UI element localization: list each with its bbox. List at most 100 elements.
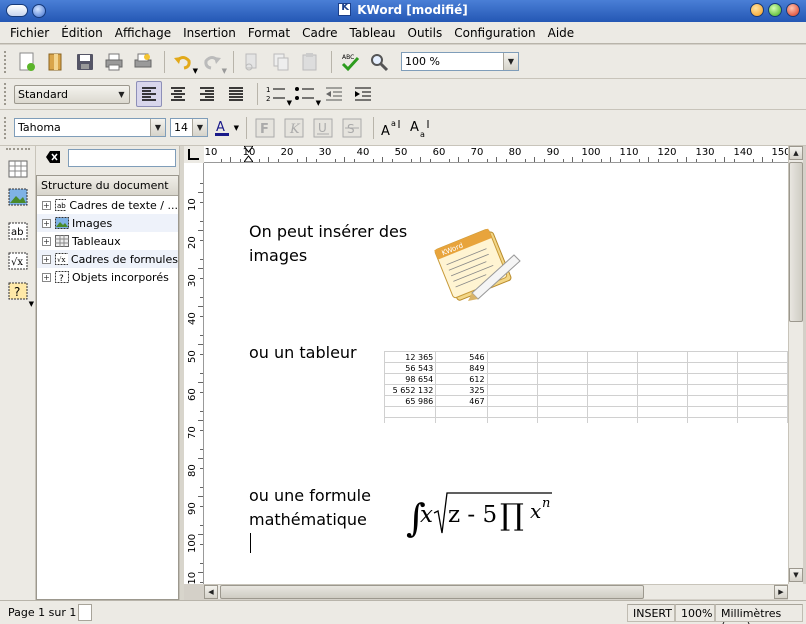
spreadsheet-cell[interactable]: 98 654 bbox=[384, 373, 437, 385]
spreadsheet-cell[interactable] bbox=[486, 351, 538, 363]
scroll-left-button[interactable]: ◀ bbox=[204, 585, 218, 599]
spreadsheet-cell[interactable] bbox=[636, 406, 688, 418]
spreadsheet-cell[interactable] bbox=[536, 351, 588, 363]
spreadsheet-cell[interactable] bbox=[536, 395, 588, 407]
spreadsheet-cell[interactable]: 56 543 bbox=[384, 362, 437, 374]
align-right-button[interactable] bbox=[194, 81, 220, 107]
style-select[interactable]: Standard ▼ bbox=[14, 84, 130, 104]
spreadsheet-cell[interactable] bbox=[736, 373, 788, 385]
spreadsheet-cell[interactable] bbox=[686, 384, 738, 396]
spreadsheet-cell[interactable] bbox=[686, 406, 738, 418]
bullet-list-button[interactable]: ▼ bbox=[292, 81, 321, 107]
align-justify-button[interactable] bbox=[223, 81, 249, 107]
insert-text-frame-button[interactable]: ab bbox=[7, 220, 29, 242]
maximize-button[interactable] bbox=[768, 3, 782, 17]
spreadsheet-cell[interactable] bbox=[736, 384, 788, 396]
spreadsheet-cell[interactable] bbox=[636, 384, 688, 396]
spreadsheet-cell[interactable]: 325 bbox=[435, 384, 488, 396]
spreadsheet-cell[interactable] bbox=[536, 406, 588, 418]
expand-icon[interactable]: + bbox=[42, 200, 51, 210]
decrease-indent-button[interactable] bbox=[321, 81, 347, 107]
spreadsheet-cell[interactable] bbox=[586, 384, 638, 396]
text-color-button[interactable]: A ▼ bbox=[212, 115, 239, 141]
scroll-right-button[interactable]: ▶ bbox=[774, 585, 788, 599]
tab-type-icon[interactable] bbox=[184, 146, 204, 163]
spreadsheet-cell[interactable] bbox=[686, 362, 738, 374]
horizontal-scroll-thumb[interactable] bbox=[220, 585, 644, 599]
undo-button[interactable]: ▼ bbox=[170, 49, 198, 75]
tree-header[interactable]: Structure du document bbox=[37, 176, 178, 196]
spellcheck-button[interactable]: ABC bbox=[337, 49, 363, 75]
spreadsheet-cell[interactable] bbox=[486, 384, 538, 396]
increase-indent-button[interactable] bbox=[350, 81, 376, 107]
spreadsheet-table[interactable]: 12 365 546 56 543 849 98 654 612 5 652 132 325 6… bbox=[384, 351, 788, 423]
indent-marker[interactable] bbox=[243, 146, 254, 162]
spreadsheet-cell[interactable] bbox=[636, 362, 688, 374]
font-select[interactable]: Tahoma ▼ bbox=[14, 118, 166, 137]
zoom-indicator[interactable]: 100% bbox=[675, 604, 715, 622]
spreadsheet-cell[interactable]: 612 bbox=[435, 373, 488, 385]
spreadsheet-cell[interactable] bbox=[586, 373, 638, 385]
spreadsheet-cell[interactable]: 467 bbox=[435, 395, 488, 407]
tree-item-embedded-objects[interactable]: + ? Objets incorporés bbox=[37, 268, 178, 286]
spreadsheet-cell[interactable] bbox=[736, 406, 788, 418]
redo-button[interactable]: ▼ bbox=[199, 49, 227, 75]
strikethrough-button[interactable]: S bbox=[339, 115, 365, 141]
spreadsheet-cell[interactable] bbox=[636, 351, 688, 363]
scroll-down-button[interactable]: ▼ bbox=[789, 568, 803, 582]
spreadsheet-cell[interactable] bbox=[536, 384, 588, 396]
spreadsheet-cell[interactable] bbox=[384, 417, 437, 423]
spreadsheet-cell[interactable] bbox=[736, 362, 788, 374]
menu-tableau[interactable]: Tableau bbox=[344, 26, 402, 40]
spreadsheet-cell[interactable] bbox=[686, 351, 738, 363]
tree-item-tables[interactable]: + Tableaux bbox=[37, 232, 178, 250]
expand-icon[interactable]: + bbox=[42, 254, 51, 264]
cut-button[interactable] bbox=[239, 49, 265, 75]
paragraph-images[interactable]: On peut insérer des images bbox=[249, 220, 407, 268]
horizontal-scrollbar[interactable]: ◀ ▶ bbox=[204, 584, 788, 599]
spreadsheet-cell[interactable] bbox=[486, 362, 538, 374]
spreadsheet-cell[interactable] bbox=[636, 395, 688, 407]
align-left-button[interactable] bbox=[136, 81, 162, 107]
paragraph-spreadsheet[interactable]: ou un tableur bbox=[249, 341, 357, 365]
align-center-button[interactable] bbox=[165, 81, 191, 107]
spreadsheet-cell[interactable] bbox=[586, 362, 638, 374]
tree-item-formulas[interactable]: + √x Cadres de formules bbox=[37, 250, 178, 268]
clear-search-button[interactable] bbox=[46, 151, 60, 163]
spreadsheet-cell[interactable]: 5 652 132 bbox=[384, 384, 437, 396]
close-button[interactable] bbox=[786, 3, 800, 17]
spreadsheet-cell[interactable] bbox=[486, 373, 538, 385]
spreadsheet-cell[interactable] bbox=[486, 417, 538, 423]
menu-affichage[interactable]: Affichage bbox=[109, 26, 177, 40]
structure-search-input[interactable] bbox=[68, 149, 176, 167]
vertical-scroll-thumb[interactable] bbox=[789, 162, 803, 322]
new-document-button[interactable] bbox=[14, 49, 40, 75]
zoom-select[interactable]: 100 % ▼ bbox=[401, 52, 519, 71]
spreadsheet-cell[interactable] bbox=[686, 417, 738, 423]
document-canvas[interactable]: On peut insérer des images KWord ou un t… bbox=[204, 163, 788, 584]
print-preview-button[interactable] bbox=[130, 49, 156, 75]
open-document-button[interactable] bbox=[43, 49, 69, 75]
spreadsheet-cell[interactable]: 65 986 bbox=[384, 395, 437, 407]
spreadsheet-cell[interactable] bbox=[736, 417, 788, 423]
paste-button[interactable] bbox=[297, 49, 323, 75]
print-button[interactable] bbox=[101, 49, 127, 75]
bold-button[interactable]: F bbox=[252, 115, 278, 141]
save-button[interactable] bbox=[72, 49, 98, 75]
spreadsheet-cell[interactable] bbox=[536, 373, 588, 385]
spreadsheet-cell[interactable] bbox=[636, 373, 688, 385]
toolbar-grip[interactable] bbox=[4, 116, 8, 139]
menu-format[interactable]: Format bbox=[242, 26, 296, 40]
menu-fichier[interactable]: Fichier bbox=[4, 26, 55, 40]
spreadsheet-cell[interactable]: 12 365 bbox=[384, 351, 437, 363]
superscript-button[interactable]: Aa bbox=[379, 115, 405, 141]
spreadsheet-cell[interactable] bbox=[486, 395, 538, 407]
spreadsheet-cell[interactable] bbox=[586, 406, 638, 418]
insert-image-button[interactable] bbox=[7, 186, 29, 208]
unit-indicator[interactable]: Millimètres (mm) bbox=[715, 604, 803, 624]
spreadsheet-cell[interactable] bbox=[435, 406, 488, 418]
menu-aide[interactable]: Aide bbox=[542, 26, 581, 40]
spreadsheet-cell[interactable] bbox=[384, 406, 437, 418]
spreadsheet-cell[interactable] bbox=[486, 406, 538, 418]
toolbar-grip[interactable] bbox=[4, 50, 8, 73]
